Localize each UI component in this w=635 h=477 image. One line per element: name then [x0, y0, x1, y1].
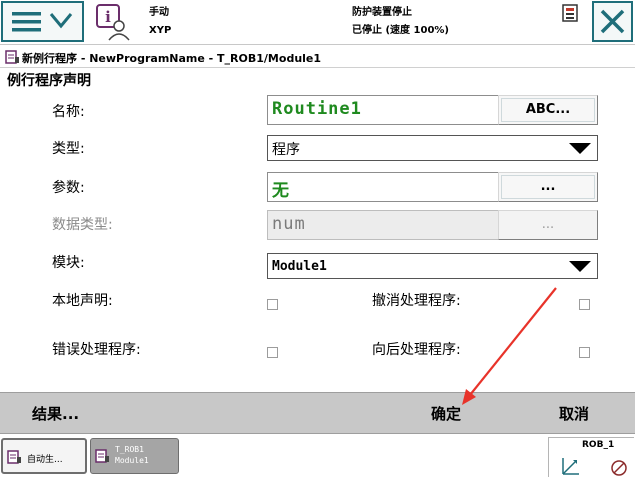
hamburger-menu-icon — [12, 12, 73, 32]
params-value: 无 — [272, 181, 290, 201]
close-button[interactable] — [592, 1, 633, 42]
operating-mode: 手动 — [149, 7, 169, 18]
type-dropdown[interactable]: 程序 — [267, 135, 598, 161]
datatype-value: num — [272, 214, 306, 234]
run-state: 已停止 (速度 100%) — [352, 25, 449, 36]
task-module1-line1: T_ROB1 — [115, 445, 144, 454]
jog-coordinate-icon — [562, 458, 627, 476]
status-bar: i 手动 XYP 防护装置停止 已停止 (速度 100%) — [0, 0, 635, 45]
type-value: 程序 — [272, 142, 300, 158]
program-editor-icon — [95, 449, 109, 463]
error-handler-checkbox[interactable] — [267, 347, 278, 358]
run-status: 防护装置停止 已停止 (速度 100%) — [352, 4, 449, 40]
error-handler-label: 错误处理程序: — [52, 342, 141, 358]
task-module1-line2: Module1 — [115, 456, 149, 465]
page-title: 例行程序声明 — [7, 73, 91, 89]
task-autogenerate[interactable]: 自动生... — [1, 438, 87, 474]
quickset-robot-button[interactable]: ROB_1 — [548, 437, 634, 477]
svg-text:i: i — [105, 8, 111, 26]
task-module1-label: T_ROB1 Module1 — [115, 444, 149, 466]
module-value: Module1 — [272, 259, 327, 274]
datatype-edit-button-label: ... — [541, 217, 555, 232]
dropdown-arrow-icon — [569, 143, 591, 154]
cancel-button[interactable]: 取消 — [559, 403, 589, 424]
dropdown-arrow-icon — [569, 261, 591, 272]
params-label: 参数: — [52, 180, 85, 196]
results-button[interactable]: 结果... — [32, 403, 79, 424]
local-declaration-checkbox[interactable] — [267, 299, 278, 310]
program-stopped-icon — [562, 4, 578, 22]
undo-handler-label: 撤消处理程序: — [372, 293, 461, 309]
safety-state: 防护装置停止 — [352, 7, 412, 18]
name-keyboard-button[interactable]: ABC... — [498, 95, 598, 125]
type-label: 类型: — [52, 141, 85, 157]
controller-name: XYP — [149, 25, 172, 36]
name-value: Routine1 — [272, 99, 362, 119]
task-module1[interactable]: T_ROB1 Module1 — [90, 438, 179, 474]
name-field[interactable]: Routine1 — [267, 95, 499, 125]
task-autogenerate-label: 自动生... — [27, 455, 63, 465]
params-edit-button[interactable]: ... — [498, 172, 598, 202]
undo-handler-checkbox[interactable] — [579, 299, 590, 310]
main-menu-button[interactable] — [1, 1, 84, 42]
mode-status: 手动 XYP — [149, 4, 171, 40]
command-bar: 结果... 确定 取消 — [0, 392, 635, 434]
taskbar: 自动生... T_ROB1 Module1 — [0, 435, 635, 477]
datatype-field: num — [267, 210, 499, 240]
datatype-label: 数据类型: — [52, 217, 113, 233]
params-field[interactable]: 无 — [267, 172, 499, 202]
backward-handler-checkbox[interactable] — [579, 347, 590, 358]
close-icon — [600, 9, 625, 34]
breadcrumb: 新例行程序 - NewProgramName - T_ROB1/Module1 — [0, 46, 635, 68]
program-editor-icon — [7, 450, 21, 464]
ok-button[interactable]: 确定 — [431, 403, 461, 424]
backward-handler-label: 向后处理程序: — [372, 342, 461, 358]
datatype-edit-button: ... — [498, 210, 598, 240]
module-dropdown[interactable]: Module1 — [267, 253, 598, 279]
program-editor-icon — [5, 50, 19, 64]
local-declaration-label: 本地声明: — [52, 293, 113, 309]
name-label: 名称: — [52, 104, 85, 120]
operator-info-icon[interactable]: i — [93, 2, 133, 42]
breadcrumb-text: 新例行程序 - NewProgramName - T_ROB1/Module1 — [22, 52, 322, 65]
module-label: 模块: — [52, 255, 85, 271]
